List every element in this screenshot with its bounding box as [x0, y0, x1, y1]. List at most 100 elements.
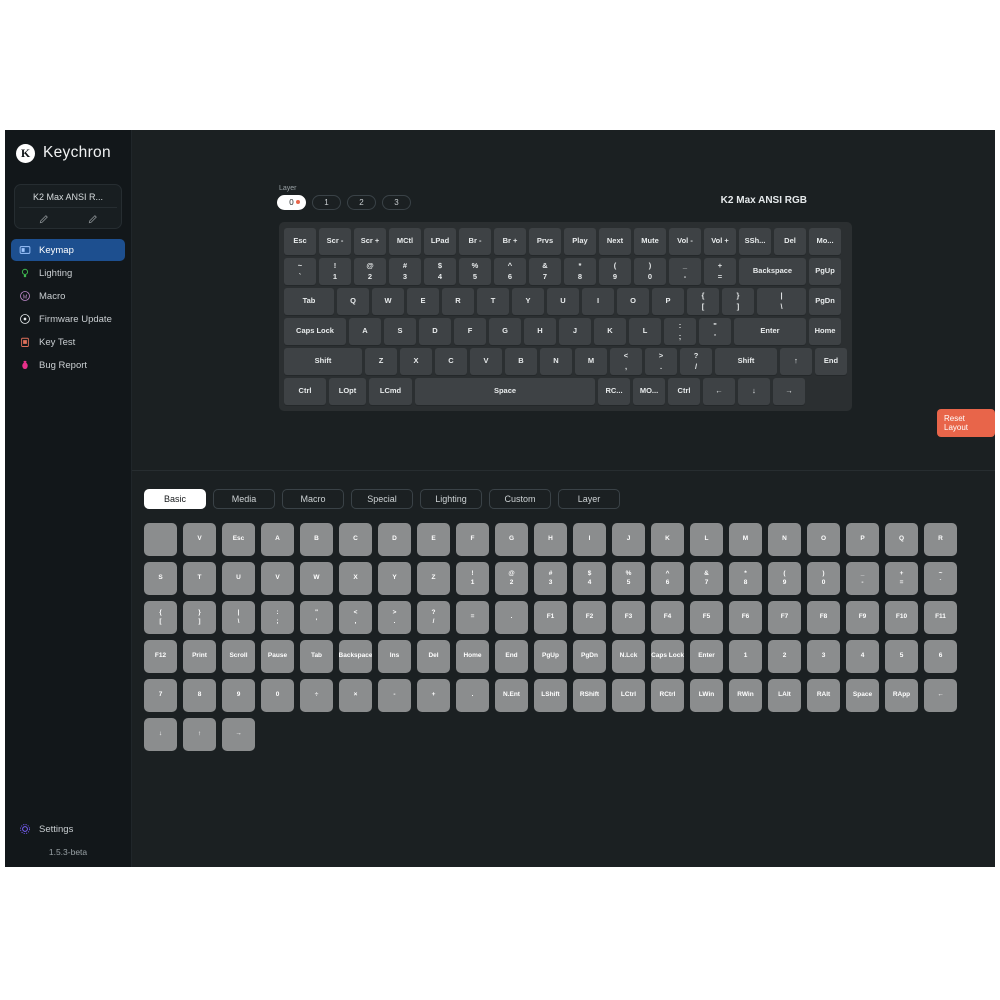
palette-key[interactable]: ! 1 [456, 562, 489, 595]
palette-key[interactable]: I [573, 523, 606, 556]
palette-key[interactable]: O [807, 523, 840, 556]
keyboard-key[interactable]: {[ [687, 288, 719, 315]
keyboard-key[interactable]: " ' [699, 318, 731, 345]
keyboard-key[interactable]: D [419, 318, 451, 345]
keyboard-key[interactable]: T [477, 288, 509, 315]
palette-key[interactable]: F11 [924, 601, 957, 634]
palette-key[interactable]: V [261, 562, 294, 595]
palette-key[interactable]: D [378, 523, 411, 556]
palette-key[interactable]: ~ ` [924, 562, 957, 595]
keyboard-key[interactable]: PgDn [809, 288, 841, 315]
palette-key[interactable]: B [300, 523, 333, 556]
keyboard-key[interactable]: G [489, 318, 521, 345]
palette-key[interactable]: " ' [300, 601, 333, 634]
palette-key[interactable]: ↓ [144, 718, 177, 751]
palette-key[interactable]: F5 [690, 601, 723, 634]
keyboard-key[interactable]: @2 [354, 258, 386, 285]
keyboard-key[interactable]: Del [774, 228, 806, 255]
keyboard-key[interactable]: U [547, 288, 579, 315]
palette-key[interactable]: (9 [768, 562, 801, 595]
keyboard-key[interactable]: B [505, 348, 537, 375]
palette-key[interactable]: . [495, 601, 528, 634]
palette-key[interactable]: RCtrl [651, 679, 684, 712]
keyboard-key[interactable]: ↑ [780, 348, 812, 375]
keyboard-key[interactable]: R [442, 288, 474, 315]
palette-key[interactable]: PgUp [534, 640, 567, 673]
palette-key[interactable]: J [612, 523, 645, 556]
tab-lighting[interactable]: Lighting [420, 489, 482, 509]
keyboard-key[interactable]: J [559, 318, 591, 345]
keyboard-key[interactable]: K [594, 318, 626, 345]
palette-key[interactable]: → [222, 718, 255, 751]
device-card[interactable]: K2 Max ANSI R... [14, 184, 122, 229]
keyboard-key[interactable]: + = [704, 258, 736, 285]
keyboard-key[interactable]: ← [703, 378, 735, 405]
keyboard-key[interactable]: Ctrl [668, 378, 700, 405]
palette-key[interactable]: Ins [378, 640, 411, 673]
palette-key[interactable]: End [495, 640, 528, 673]
keyboard-key[interactable]: V [470, 348, 502, 375]
palette-key[interactable]: T [183, 562, 216, 595]
keyboard-key[interactable]: & 7 [529, 258, 561, 285]
palette-key[interactable]: F7 [768, 601, 801, 634]
palette-key[interactable]: P [846, 523, 879, 556]
keyboard-key[interactable]: Q [337, 288, 369, 315]
tab-custom[interactable]: Custom [489, 489, 551, 509]
keyboard-key[interactable]: Vol + [704, 228, 736, 255]
sidebar-item-key-test[interactable]: Key Test [11, 331, 125, 353]
palette-key[interactable]: F4 [651, 601, 684, 634]
palette-key[interactable]: LAlt [768, 679, 801, 712]
layer-tab-2[interactable]: 2 [347, 195, 376, 210]
keyboard-key[interactable]: W [372, 288, 404, 315]
keyboard-key[interactable]: Caps Lock [284, 318, 346, 345]
sidebar-item-bug-report[interactable]: Bug Report [11, 354, 125, 376]
palette-key[interactable]: Z [417, 562, 450, 595]
palette-key[interactable]: F9 [846, 601, 879, 634]
palette-key[interactable]: F6 [729, 601, 762, 634]
keyboard-key[interactable]: H [524, 318, 556, 345]
palette-key[interactable]: - [378, 679, 411, 712]
keyboard-key[interactable]: #3 [389, 258, 421, 285]
palette-key[interactable]: PgDn [573, 640, 606, 673]
palette-key[interactable]: RApp [885, 679, 918, 712]
palette-key[interactable]: Enter [690, 640, 723, 673]
keyboard-key[interactable]: }] [722, 288, 754, 315]
palette-key[interactable]: + [417, 679, 450, 712]
palette-key[interactable]: F1 [534, 601, 567, 634]
palette-key[interactable]: M [729, 523, 762, 556]
keyboard-key[interactable]: X [400, 348, 432, 375]
keyboard-key[interactable]: End [815, 348, 847, 375]
keyboard-key[interactable]: ↓ [738, 378, 770, 405]
palette-key[interactable]: ↑ [183, 718, 216, 751]
palette-key[interactable]: N.Lck [612, 640, 645, 673]
palette-key[interactable]: ^ 6 [651, 562, 684, 595]
keyboard-key[interactable]: PgUp [809, 258, 841, 285]
tab-media[interactable]: Media [213, 489, 275, 509]
palette-key[interactable]: 3 [807, 640, 840, 673]
pencil-icon[interactable] [87, 212, 98, 224]
keyboard-key[interactable]: I [582, 288, 614, 315]
palette-key[interactable]: V [183, 523, 216, 556]
palette-key[interactable]: :; [261, 601, 294, 634]
keyboard-key[interactable]: * 8 [564, 258, 596, 285]
keyboard-key[interactable]: LPad [424, 228, 456, 255]
palette-key[interactable]: F12 [144, 640, 177, 673]
keyboard-key[interactable]: O [617, 288, 649, 315]
keyboard-key[interactable]: MO... [633, 378, 665, 405]
keyboard-key[interactable]: Br - [459, 228, 491, 255]
keyboard-key[interactable]: P [652, 288, 684, 315]
keyboard-key[interactable]: >. [645, 348, 677, 375]
palette-key[interactable]: >. [378, 601, 411, 634]
palette-key[interactable]: {[ [144, 601, 177, 634]
keyboard-key[interactable]: L [629, 318, 661, 345]
keyboard-key[interactable]: % 5 [459, 258, 491, 285]
keyboard-key[interactable]: N [540, 348, 572, 375]
palette-key[interactable]: W [300, 562, 333, 595]
palette-key[interactable]: F [456, 523, 489, 556]
keyboard-key[interactable]: A [349, 318, 381, 345]
palette-key[interactable]: Backspace [339, 640, 372, 673]
palette-key[interactable]: 0 [261, 679, 294, 712]
keyboard-key[interactable]: Backspace [739, 258, 806, 285]
palette-key[interactable]: <, [339, 601, 372, 634]
keyboard-key[interactable]: ) 0 [634, 258, 666, 285]
